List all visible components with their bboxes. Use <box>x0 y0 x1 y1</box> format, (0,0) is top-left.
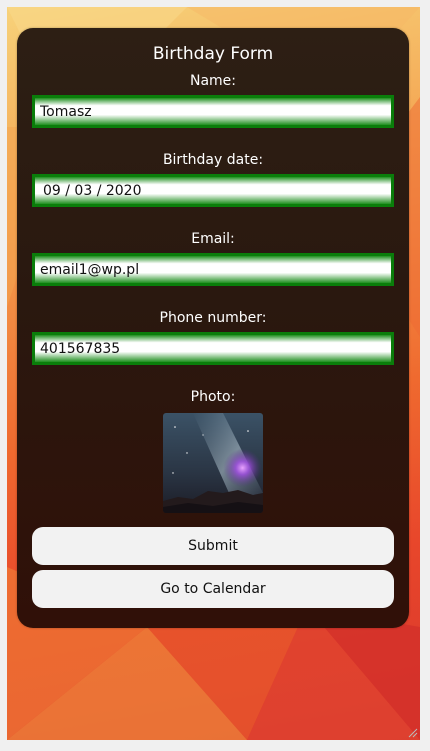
phone-number-field[interactable] <box>32 332 394 365</box>
email-field[interactable] <box>32 253 394 286</box>
resize-grip-icon[interactable] <box>406 726 418 738</box>
birthday-date-label: Birthday date: <box>162 152 264 168</box>
photo-label: Photo: <box>190 389 236 405</box>
go-to-calendar-button[interactable]: Go to Calendar <box>32 570 394 608</box>
form-title: Birthday Form <box>152 44 274 64</box>
email-label: Email: <box>191 231 235 247</box>
page-viewport: Birthday Form Name: Birthday date: Email… <box>7 7 420 740</box>
birthday-form-card: Birthday Form Name: Birthday date: Email… <box>17 28 409 628</box>
name-field[interactable] <box>32 95 394 128</box>
milky-way-photo <box>163 413 263 513</box>
birthday-date-field[interactable] <box>32 174 394 207</box>
name-label: Name: <box>189 73 237 89</box>
submit-button[interactable]: Submit <box>32 527 394 565</box>
phone-number-label: Phone number: <box>159 310 267 326</box>
photo-preview[interactable] <box>163 413 263 513</box>
